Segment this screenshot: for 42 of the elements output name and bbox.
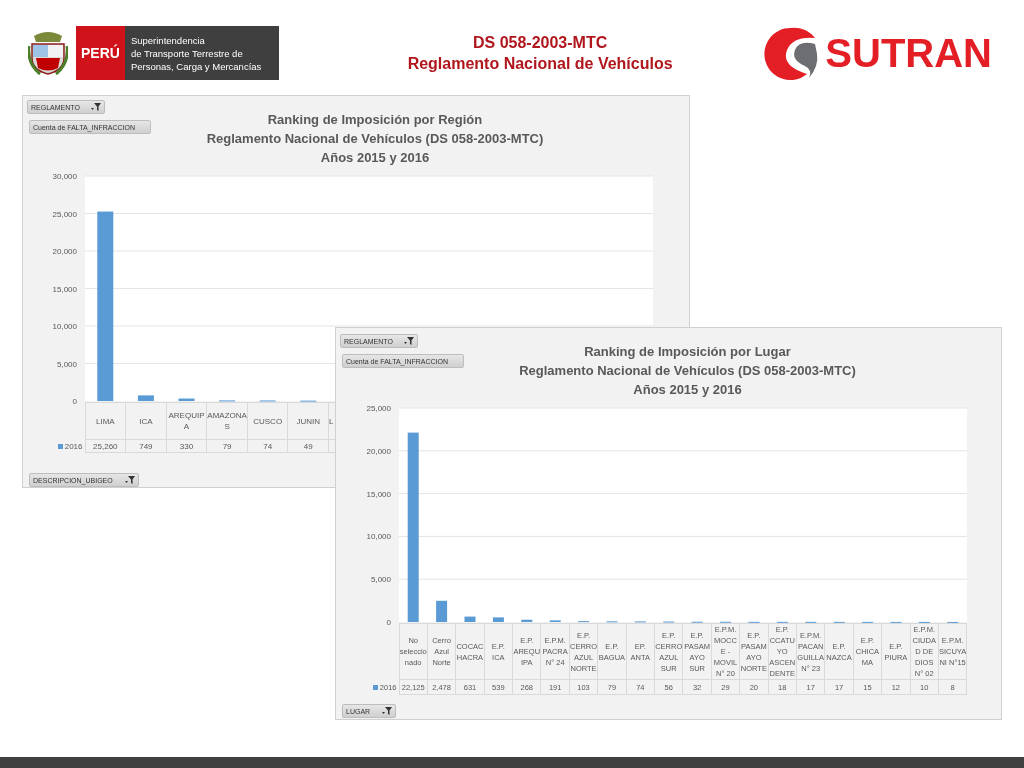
bar (464, 616, 476, 622)
category-label: CUSCO (247, 402, 288, 440)
filter-icon (403, 336, 414, 346)
country-name: PERÚ (81, 45, 120, 61)
bar (521, 619, 533, 622)
agency-name: Superintendencia de Transporte Terrestre de Personas, Carga y Mercancías (124, 26, 279, 80)
axis-tick-label: 30,000 (52, 172, 77, 181)
category-label: JUNIN (287, 402, 329, 440)
filter-icon (124, 475, 135, 485)
chart-title: Ranking de Imposición por Lugar Reglamento Nacional de Vehículos (DS 058-2003-MTC) Años 2015 y 2016 (519, 343, 856, 399)
table-cell: 749 (125, 439, 167, 453)
filter-icon (381, 706, 392, 716)
table-cell: 74 (247, 439, 288, 453)
axis-tick-label: 25,000 (52, 209, 77, 219)
category-label: AREQUIPA (166, 402, 207, 440)
table-cell: 25,260 (85, 439, 126, 453)
axis-tick-label: 0 (72, 397, 77, 406)
axis-tick-label: 10,000 (366, 532, 391, 542)
axis-tick-label: 20,000 (52, 247, 77, 256)
swirl-logo-icon (761, 26, 820, 80)
axis-tick-label: 10,000 (52, 322, 77, 331)
legend-label: 2016 (64, 441, 83, 451)
filter-icon (90, 102, 101, 112)
bar (137, 395, 154, 401)
table-cell: 330 (166, 439, 207, 453)
chart-title: Ranking de Imposición por Región Reglamento Nacional de Vehículos (DS 058-2003-MTC) Años 2015 y 2016 (206, 111, 544, 167)
bar (178, 398, 195, 401)
table-cell: 49 (287, 439, 329, 453)
slide-title: DS 058-2003-MTC Reglamento Nacional de Vehículos (407, 33, 673, 74)
axis-tick-label: 5,000 (56, 359, 77, 369)
category-label: LIMA (85, 402, 126, 440)
bar (436, 600, 448, 622)
axis-tick-label: 5,000 (370, 575, 391, 585)
category-label: AMAZONAS (206, 402, 248, 440)
category-label: ICA (125, 402, 167, 440)
table-cell: 79 (206, 439, 248, 453)
axis-tick-label: 0 (386, 618, 391, 627)
brand-name: SUTRAN (825, 30, 992, 76)
axis-tick-label: 20,000 (366, 446, 391, 456)
bar (492, 617, 504, 622)
axis-tick-label: 15,000 (52, 284, 77, 294)
axis-tick-label: 15,000 (366, 489, 391, 499)
